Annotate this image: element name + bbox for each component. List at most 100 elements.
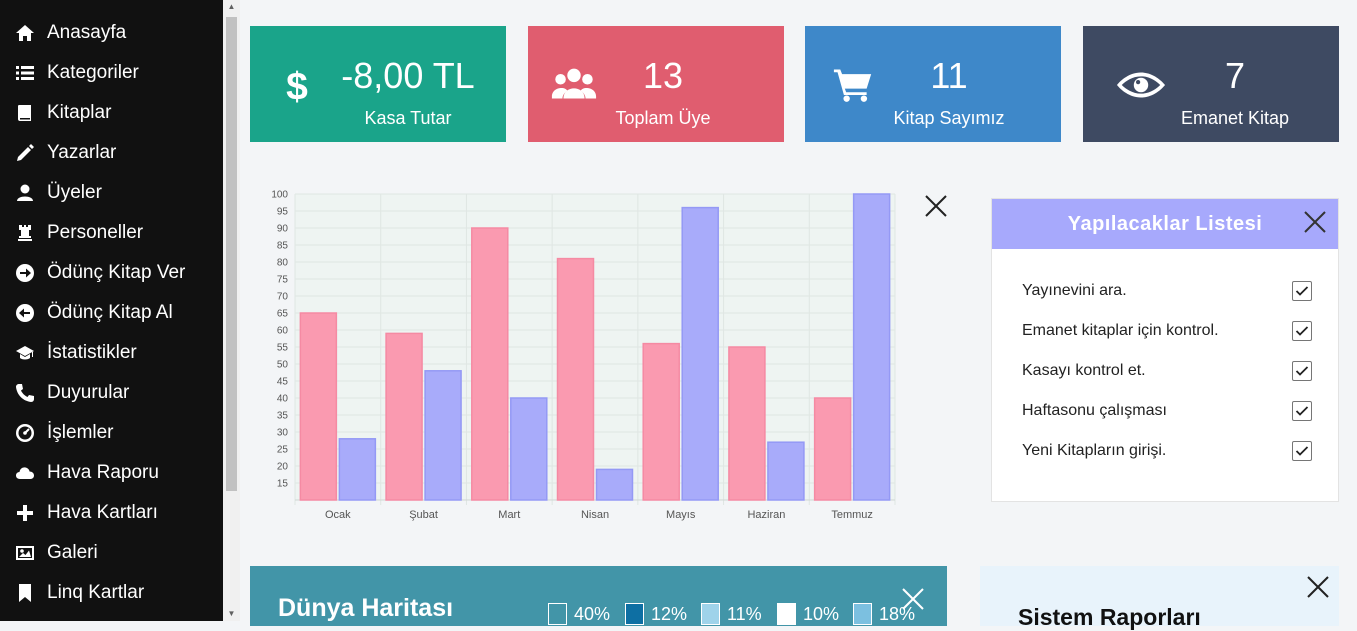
sidebar-item-2[interactable]: Kitaplar	[14, 97, 111, 129]
map-legend-label: 11%	[727, 603, 762, 624]
cloud-icon	[14, 462, 36, 484]
stat-label: Emanet Kitap	[1180, 108, 1290, 128]
sidebar-item-11[interactable]: Hava Raporu	[14, 457, 159, 489]
map-legend-swatch	[625, 603, 644, 625]
checkmark-icon	[1295, 326, 1309, 336]
sidebar-item-12[interactable]: Hava Kartları	[14, 497, 158, 529]
chart-bar-s1-5	[767, 441, 805, 501]
todo-panel: Yapılacaklar Listesi Yayınevini ara. Eman…	[991, 198, 1339, 502]
pencil-icon	[14, 142, 36, 164]
todo-item: Yeni Kitapların girişi.	[1022, 439, 1312, 463]
sidebar-item-label: Anasayfa	[47, 22, 127, 43]
sidebar-item-0[interactable]: Anasayfa	[14, 17, 126, 49]
chart-bar-s1-3	[595, 468, 634, 501]
chart-close-icon[interactable]	[922, 192, 950, 220]
system-reports-panel: Sistem Raporları	[980, 566, 1339, 630]
map-legend-item: 12%	[625, 603, 687, 625]
todo-item-text: Kasayı kontrol et.	[1022, 362, 1146, 379]
scroll-down-arrow-icon[interactable]: ▼	[226, 609, 237, 619]
stat-value: -8,00 TL	[341, 55, 475, 96]
sidebar-item-6[interactable]: Ödünç Kitap Ver	[14, 257, 185, 289]
map-legend-swatch	[853, 603, 872, 625]
x-tick-label: Temmuz	[831, 509, 873, 521]
sidebar-item-label: Yazarlar	[47, 142, 117, 163]
sidebar-item-3[interactable]: Yazarlar	[14, 137, 116, 169]
x-tick-label: Haziran	[747, 509, 785, 521]
sidebar-item-10[interactable]: İşlemler	[14, 417, 114, 449]
todo-close-icon[interactable]	[1302, 209, 1328, 235]
chart-bar-s0-2	[471, 227, 509, 501]
chart-bar-s1-4	[681, 206, 719, 501]
sidebar-item-14[interactable]: Linq Kartlar	[14, 577, 144, 609]
list-icon	[14, 62, 36, 84]
image-icon	[14, 542, 36, 564]
sidebar-item-1[interactable]: Kategoriler	[14, 57, 139, 89]
todo-item-text: Yayınevini ara.	[1022, 282, 1127, 299]
sidebar-item-label: Personeller	[47, 222, 144, 243]
svg-text:$: $	[286, 65, 308, 108]
chart-bar-s0-1	[385, 332, 423, 501]
sidebar-item-label: Hava Raporu	[47, 462, 159, 483]
system-reports-title: Sistem Raporları	[1018, 604, 1201, 630]
bookmark-icon	[14, 582, 36, 604]
sidebar-item-label: İstatistikler	[47, 342, 137, 363]
todo-checkbox[interactable]	[1292, 361, 1312, 381]
y-tick-label: 20	[277, 462, 289, 473]
circle-arrow-right-icon	[14, 262, 36, 284]
book-icon	[14, 102, 36, 124]
scroll-up-arrow-icon[interactable]: ▲	[226, 2, 237, 12]
todo-item-text: Emanet kitaplar için kontrol.	[1022, 322, 1219, 339]
todo-checkbox[interactable]	[1292, 281, 1312, 301]
sidebar-item-label: Linq Kartlar	[47, 582, 145, 603]
map-legend-swatch	[777, 603, 796, 625]
sidebar-item-4[interactable]: Üyeler	[14, 177, 102, 209]
x-tick-label: Şubat	[409, 509, 438, 521]
x-tick-label: Mayıs	[666, 509, 696, 521]
checkmark-icon	[1295, 366, 1309, 376]
sidebar-scrollbar-thumb[interactable]	[226, 17, 237, 491]
y-tick-label: 60	[277, 326, 289, 337]
chart-bar-s1-0	[338, 438, 377, 501]
plus-icon	[14, 502, 36, 524]
todo-checkbox[interactable]	[1292, 321, 1312, 341]
sidebar: Anasayfa Kategoriler Kitaplar Yazarlar Üyele…	[0, 0, 223, 621]
y-tick-label: 50	[277, 360, 289, 371]
sidebar-item-7[interactable]: Ödünç Kitap Al	[14, 297, 173, 329]
todo-item: Yayınevini ara.	[1022, 279, 1312, 303]
y-tick-label: 45	[277, 377, 289, 388]
todo-header: Yapılacaklar Listesi	[992, 199, 1338, 249]
chart-bar-s1-6	[852, 193, 891, 501]
map-legend-item: 40%	[548, 603, 610, 625]
sidebar-item-label: Ödünç Kitap Al	[47, 302, 173, 323]
y-tick-label: 75	[277, 275, 289, 286]
map-close-icon[interactable]	[900, 586, 926, 612]
chart-bar-s0-4	[642, 342, 680, 501]
stat-card-0[interactable]: $ -8,00 TL Kasa Tutar	[250, 26, 506, 142]
y-tick-label: 35	[277, 411, 289, 422]
todo-checkbox[interactable]	[1292, 401, 1312, 421]
sidebar-item-8[interactable]: İstatistikler	[14, 337, 137, 369]
stat-card-2[interactable]: 11 Kitap Sayımız	[805, 26, 1061, 142]
map-legend-item: 10%	[777, 603, 839, 625]
map-legend-label: 10%	[803, 603, 840, 624]
sidebar-item-13[interactable]: Galeri	[14, 537, 98, 569]
todo-item: Haftasonu çalışması	[1022, 399, 1312, 423]
dashboard-icon	[14, 422, 36, 444]
map-legend-label: 12%	[651, 603, 688, 624]
chart-bar-s1-2	[510, 397, 548, 501]
stat-card-3[interactable]: 7 Emanet Kitap	[1083, 26, 1339, 142]
todo-item: Kasayı kontrol et.	[1022, 359, 1312, 383]
todo-checkbox[interactable]	[1292, 441, 1312, 461]
sidebar-item-5[interactable]: Personeller	[14, 217, 143, 249]
sidebar-item-label: Üyeler	[47, 182, 102, 203]
sidebar-item-9[interactable]: Duyurular	[14, 377, 129, 409]
circle-arrow-left-icon	[14, 302, 36, 324]
x-tick-label: Ocak	[325, 509, 351, 521]
stat-label: Toplam Üye	[615, 108, 711, 128]
todo-title: Yapılacaklar Listesi	[1067, 212, 1263, 235]
chart-bar-s0-3	[556, 257, 595, 501]
stat-card-1[interactable]: 13 Toplam Üye	[528, 26, 784, 142]
x-tick-label: Mart	[498, 509, 520, 521]
reports-close-icon[interactable]	[1305, 574, 1331, 600]
sidebar-item-label: Duyurular	[47, 382, 130, 403]
